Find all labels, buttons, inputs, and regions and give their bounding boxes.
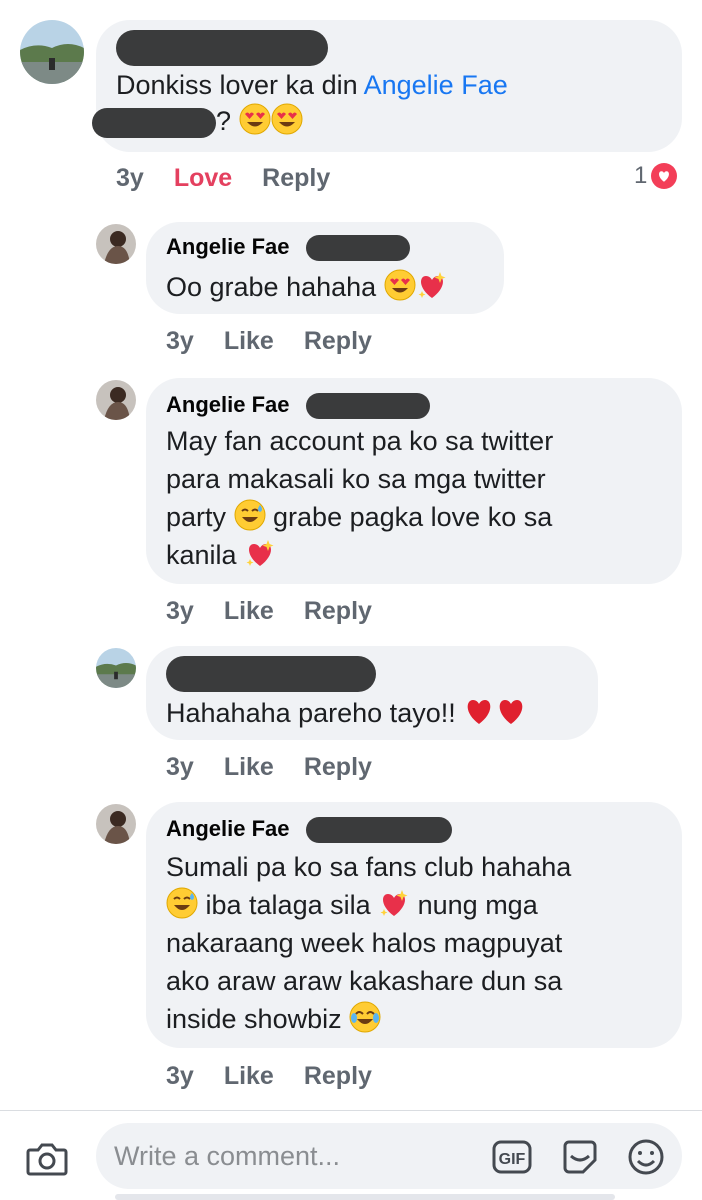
emoji-icon[interactable] [626, 1137, 666, 1177]
redacted-name [166, 656, 376, 692]
reply-text-segment: nung mga [410, 890, 538, 920]
commenter-avatar[interactable] [20, 20, 84, 84]
reply-button[interactable]: Reply [304, 597, 372, 625]
mention-link[interactable]: Angelie Fae [364, 70, 508, 100]
reaction-count-value: 1 [634, 162, 648, 189]
love-button[interactable]: Love [174, 164, 232, 192]
reply-text-line: Sumali pa ko sa fans club hahaha [166, 852, 572, 882]
timestamp: 3y [166, 1062, 194, 1090]
reply-text-line: kanila [166, 536, 276, 574]
reply-text-line: iba talaga sila nung mga [166, 886, 538, 924]
timestamp: 3y [166, 327, 194, 355]
reply-text-line: inside showbiz [166, 1000, 381, 1038]
sweat-smile-emoji [234, 499, 266, 531]
reply-text: Hahahaha pareho tayo!! [166, 694, 527, 732]
red-heart-emoji [463, 695, 495, 727]
reply-text-line: Hahahaha pareho tayo!! [166, 698, 464, 728]
heart-eyes-emoji [239, 103, 271, 135]
reply-text-line: para makasali ko sa mga twitter [166, 464, 546, 494]
reply-avatar[interactable] [96, 224, 136, 264]
comment-input[interactable] [114, 1137, 474, 1175]
sparkling-heart-emoji [378, 887, 410, 919]
author-name[interactable]: Angelie Fae [166, 816, 289, 842]
reply-button[interactable]: Reply [304, 327, 372, 355]
sparkling-heart-emoji [416, 269, 448, 301]
reaction-count[interactable]: 1 [634, 162, 678, 190]
sticker-icon[interactable] [560, 1137, 600, 1177]
reply-text-segment: iba talaga sila [198, 890, 379, 920]
like-button[interactable]: Like [224, 597, 274, 625]
reply-text-segment: kanila [166, 540, 245, 570]
comment-input-box[interactable]: GIF [96, 1123, 682, 1189]
reply-actions: 3y Like Reply [166, 327, 402, 356]
timestamp: 3y [166, 597, 194, 625]
redacted-name [116, 30, 328, 66]
gif-label: GIF [499, 1151, 526, 1168]
comment-text-suffix: ? [216, 106, 239, 136]
redacted-surname [306, 235, 410, 261]
reply-avatar[interactable] [96, 804, 136, 844]
comment-text-line2: ? [216, 102, 303, 140]
reply-text-segment: party [166, 502, 234, 532]
comment-text: Donkiss lover ka din Angelie Fae [116, 66, 508, 104]
like-button[interactable]: Like [224, 1062, 274, 1090]
author-name[interactable]: Angelie Fae [166, 234, 289, 260]
reply-avatar[interactable] [96, 380, 136, 420]
heart-eyes-emoji [384, 269, 416, 301]
joy-emoji [349, 1001, 381, 1033]
redacted-surname [306, 393, 430, 419]
reply-text: Oo grabe hahaha [166, 268, 448, 306]
author-name[interactable]: Angelie Fae [166, 392, 289, 418]
gif-button[interactable]: GIF [492, 1137, 532, 1177]
reply-button[interactable]: Reply [262, 164, 330, 192]
heart-icon [651, 163, 678, 189]
reply-button[interactable]: Reply [304, 1062, 372, 1090]
like-button[interactable]: Like [224, 753, 274, 781]
timestamp: 3y [166, 753, 194, 781]
heart-eyes-emoji [271, 103, 303, 135]
reply-actions: 3y Like Reply [166, 753, 402, 782]
comment-composer: GIF [0, 1110, 702, 1200]
reply-text-segment: grabe pagka love ko sa [265, 502, 553, 532]
reply-button[interactable]: Reply [304, 753, 372, 781]
reply-text-line: nakaraang week halos magpuyat [166, 928, 563, 958]
timestamp: 3y [116, 164, 144, 192]
reply-text-line: ako araw araw kakashare dun sa [166, 966, 563, 996]
sweat-smile-emoji [166, 887, 198, 919]
redacted-surname [306, 817, 452, 843]
reply-text-line: Oo grabe hahaha [166, 272, 384, 302]
redacted-mention [92, 108, 216, 138]
reply-text-line: May fan account pa ko sa twitter [166, 426, 554, 456]
reply-text-segment: inside showbiz [166, 1004, 350, 1034]
camera-icon[interactable] [26, 1141, 68, 1177]
like-button[interactable]: Like [224, 327, 274, 355]
reply-actions: 3y Like Reply [166, 1062, 402, 1091]
comment-actions: 3y Love Reply [116, 164, 360, 193]
comment-text-prefix: Donkiss lover ka din [116, 70, 364, 100]
reply-text-line: party grabe pagka love ko sa [166, 498, 552, 536]
home-indicator [115, 1194, 615, 1200]
reply-actions: 3y Like Reply [166, 597, 402, 626]
reply-avatar[interactable] [96, 648, 136, 688]
sparkling-heart-emoji [244, 537, 276, 569]
red-heart-emoji [495, 695, 527, 727]
